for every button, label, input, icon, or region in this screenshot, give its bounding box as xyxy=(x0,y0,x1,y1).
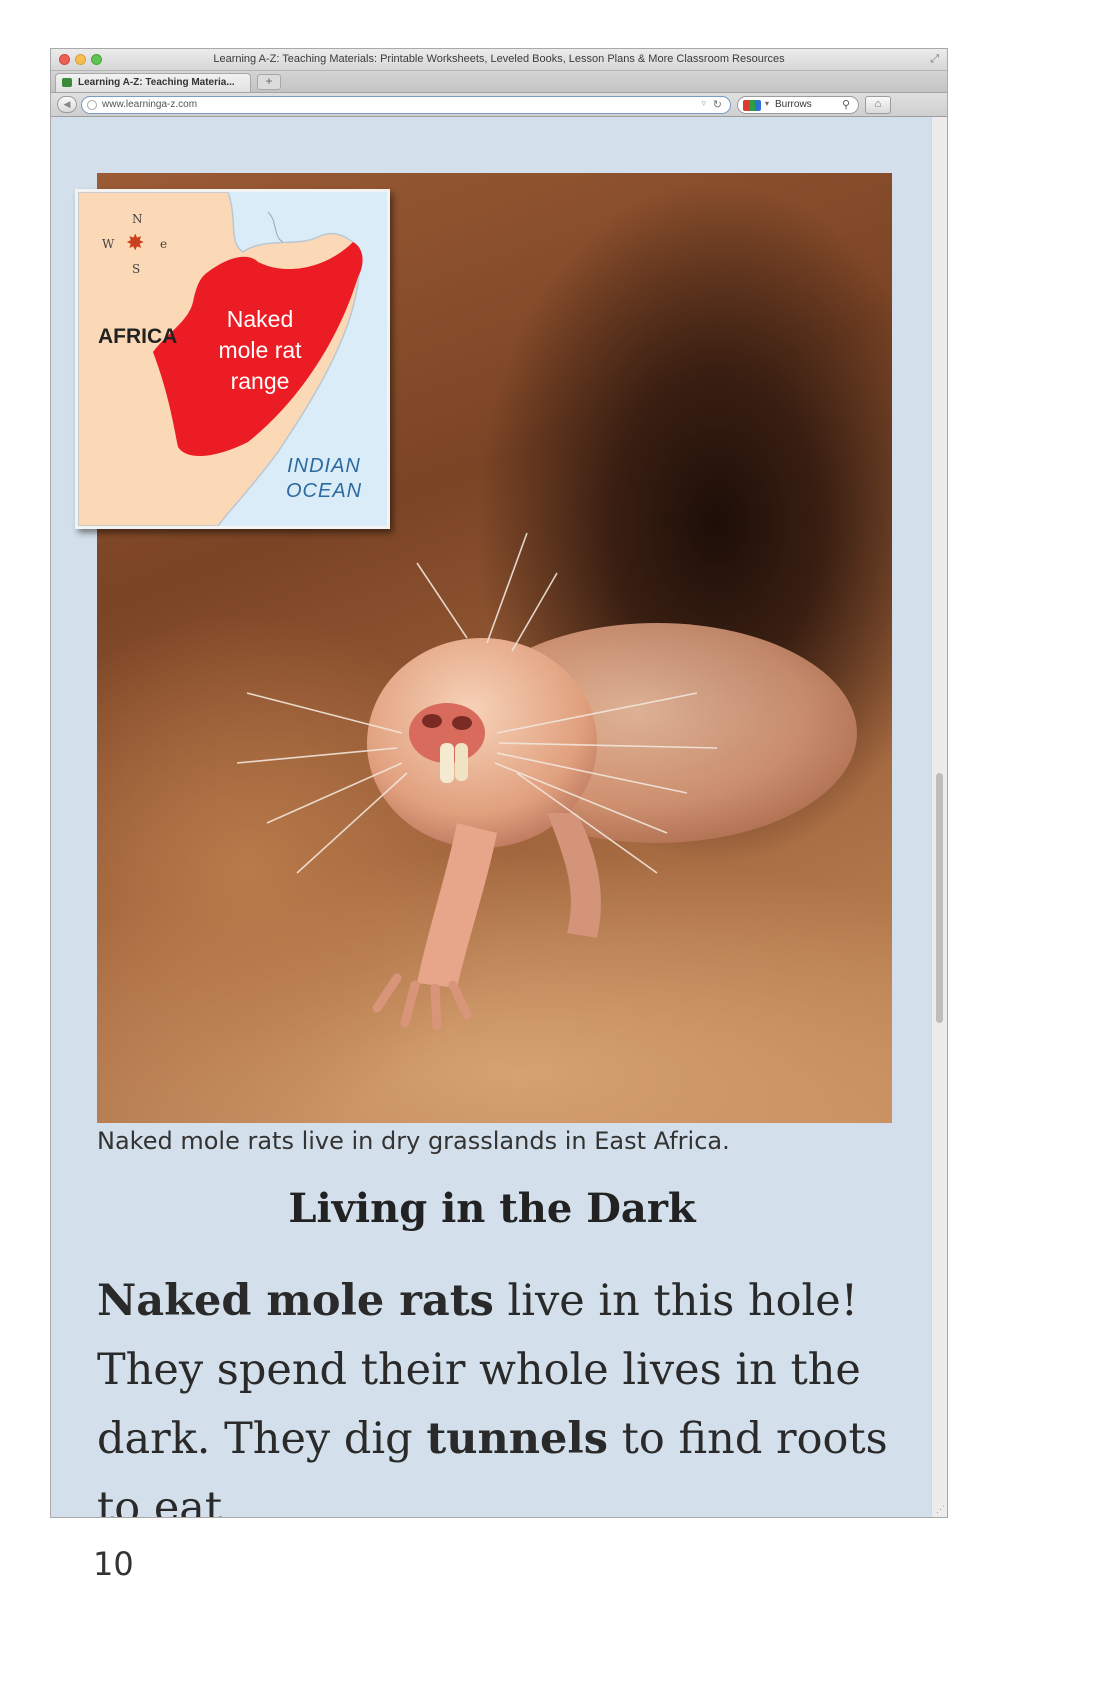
home-icon: ⌂ xyxy=(874,98,882,110)
home-button[interactable]: ⌂ xyxy=(865,96,891,114)
url-text: www.learninga-z.com xyxy=(102,99,198,110)
compass-star-icon: ✸ xyxy=(126,231,145,256)
globe-icon xyxy=(87,100,97,110)
section-heading: Living in the Dark xyxy=(288,1185,696,1232)
tab-bar: Learning A-Z: Teaching Materia... + xyxy=(51,71,947,93)
page-number: 10 xyxy=(93,1545,134,1583)
title-bar: Learning A-Z: Teaching Materials: Printa… xyxy=(51,49,947,71)
compass-rose: N W e S ✸ xyxy=(102,212,170,280)
reload-icon[interactable]: ↻ xyxy=(713,98,722,111)
tab-label: Learning A-Z: Teaching Materia... xyxy=(78,77,235,88)
search-icon[interactable]: ⚲ xyxy=(842,98,850,111)
navigation-toolbar: ◀ www.learninga-z.com ▿ ↻ ▾ Burrows ⚲ ⌂ xyxy=(51,93,947,117)
scrollbar-thumb[interactable] xyxy=(936,773,943,1023)
chevron-down-icon[interactable]: ▾ xyxy=(765,99,769,108)
favicon-icon xyxy=(62,78,72,87)
fullscreen-icon[interactable]: ⤢ xyxy=(930,53,939,66)
range-map: N W e S ✸ AFRICA Naked mole rat range IN… xyxy=(75,189,390,529)
continent-label: AFRICA xyxy=(98,325,178,348)
back-arrow-icon: ◀ xyxy=(63,99,71,109)
vocab-tunnels: tunnels xyxy=(426,1414,608,1464)
back-button[interactable]: ◀ xyxy=(57,96,77,113)
vertical-scrollbar[interactable] xyxy=(931,117,947,1517)
window-title: Learning A-Z: Teaching Materials: Printa… xyxy=(213,53,785,65)
tab-learning-az[interactable]: Learning A-Z: Teaching Materia... xyxy=(55,73,251,92)
search-field[interactable]: ▾ Burrows ⚲ xyxy=(737,96,859,114)
range-label: Naked mole rat range xyxy=(218,306,302,394)
address-bar[interactable]: www.learninga-z.com ▿ ↻ xyxy=(81,96,731,114)
rss-icon[interactable]: ▿ xyxy=(701,98,706,109)
browser-window: Learning A-Z: Teaching Materials: Printa… xyxy=(50,48,948,1518)
resize-grip-icon[interactable]: ⋰ xyxy=(936,1504,945,1515)
vocab-naked-mole-rats: Naked mole rats xyxy=(97,1276,494,1326)
photo-caption: Naked mole rats live in dry grasslands i… xyxy=(97,1127,730,1155)
new-tab-button[interactable]: + xyxy=(257,74,281,90)
compass-north: N xyxy=(132,212,143,226)
compass-east: e xyxy=(160,237,168,251)
compass-south: S xyxy=(132,262,141,276)
search-engine-icon[interactable] xyxy=(743,100,761,111)
ocean-label: INDIAN OCEAN xyxy=(286,455,363,502)
page-content: N W e S ✸ AFRICA Naked mole rat range IN… xyxy=(51,117,933,1517)
body-paragraph: Naked mole rats live in this hole! They … xyxy=(97,1267,897,1517)
search-query: Burrows xyxy=(775,99,812,110)
compass-west: W xyxy=(102,237,115,251)
